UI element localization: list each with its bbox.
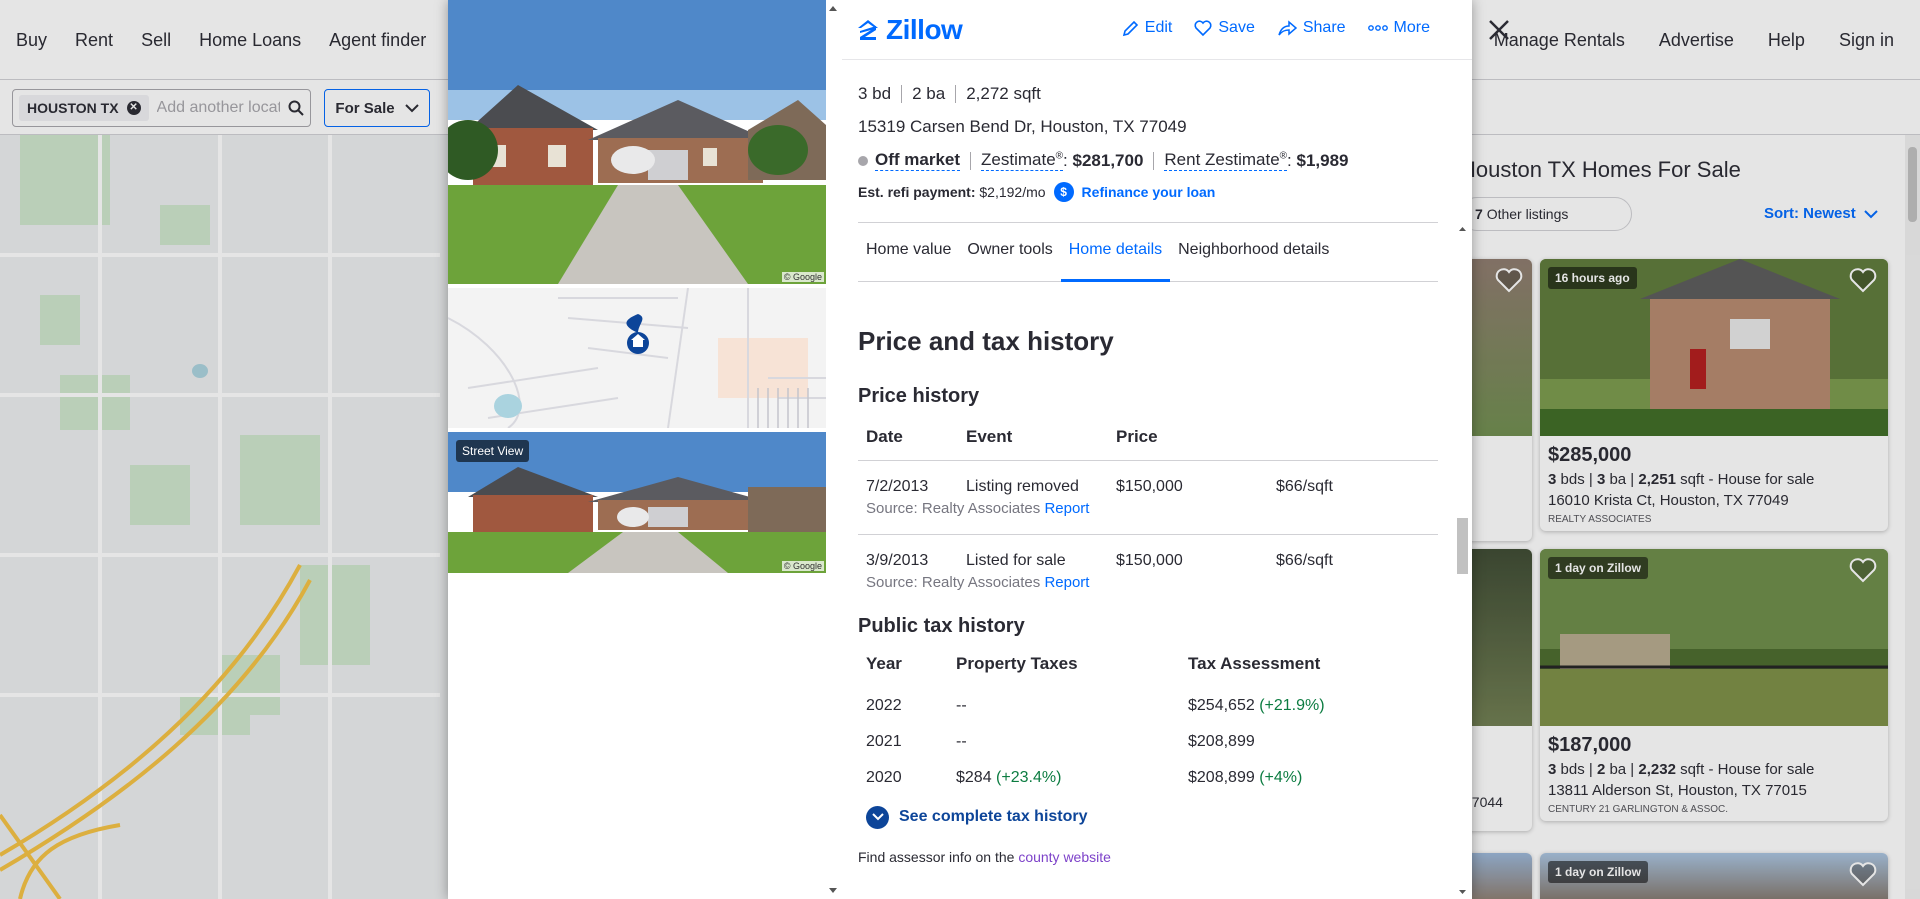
- baths-count: 2 ba: [912, 84, 946, 103]
- detail-tabs: Home value Owner tools Home details Neig…: [858, 222, 1438, 282]
- sqft-value: 2,272 sqft: [966, 84, 1041, 103]
- table-row: 7/2/2013 Listing removed $150,000 $66/sq…: [858, 460, 1438, 496]
- history-price-per-sqft: $66/sqft: [1276, 477, 1333, 495]
- scroll-down-arrow-icon[interactable]: [1453, 885, 1472, 899]
- zillow-logo-icon: [858, 20, 878, 40]
- refinance-link[interactable]: Refinance your loan: [1082, 184, 1216, 200]
- price-history-table: Date Event Price 7/2/2013 Listing remove…: [858, 414, 1438, 601]
- scroll-up-arrow-icon[interactable]: [826, 2, 840, 16]
- history-event: Listing removed: [966, 477, 1079, 495]
- status-badge[interactable]: Off market: [875, 150, 961, 171]
- table-row: 3/9/2013 Listed for sale $150,000 $66/sq…: [858, 534, 1438, 570]
- share-icon: [1278, 19, 1297, 36]
- property-details: Zillow Edit Save Share More 3 bd 2 ba 2,…: [842, 0, 1472, 899]
- dollar-icon: $: [1053, 182, 1074, 202]
- assessor-info: Find assessor info on the county website: [858, 849, 1438, 865]
- close-icon[interactable]: [1484, 15, 1514, 45]
- table-row: 2020 $284 (+23.4%) $208,899 (+4%): [866, 768, 1303, 786]
- history-price: $150,000: [1116, 551, 1183, 569]
- column-header: Year: [866, 653, 902, 673]
- share-label: Share: [1302, 19, 1346, 36]
- table-row-source: Source: Realty Associates Report: [858, 570, 1438, 601]
- history-date: 3/9/2013: [866, 551, 929, 569]
- edit-label: Edit: [1144, 19, 1173, 36]
- table-row: 2022 -- $254,652 (+21.9%): [866, 696, 1325, 714]
- history-date: 7/2/2013: [866, 477, 929, 495]
- price-history-title: Price history: [858, 385, 980, 407]
- photo-credit: © Google: [781, 561, 824, 571]
- details-scrollbar[interactable]: [1453, 222, 1472, 899]
- report-link[interactable]: Report: [1044, 500, 1089, 517]
- zestimate-value: $281,700: [1072, 150, 1144, 170]
- tab-home-value[interactable]: Home value: [858, 223, 959, 282]
- modal-header: Zillow Edit Save Share More: [842, 0, 1472, 60]
- more-dots-icon: [1367, 25, 1388, 31]
- more-label: More: [1393, 19, 1430, 36]
- beds-count: 3 bd: [858, 84, 892, 103]
- rent-zestimate-value: $1,989: [1296, 150, 1349, 170]
- history-event: Listed for sale: [966, 551, 1066, 569]
- zestimate-label[interactable]: Zestimate®: [981, 150, 1064, 171]
- property-summary: 3 bd 2 ba 2,272 sqft 15319 Carsen Bend D…: [858, 84, 1448, 202]
- column-header: Price: [1108, 414, 1268, 461]
- table-row-source: Source: Realty Associates Report: [858, 495, 1438, 535]
- mini-map: [448, 288, 826, 428]
- column-header: Property Taxes: [956, 653, 1078, 673]
- column-header: Tax Assessment: [1188, 653, 1321, 673]
- see-complete-tax-history-button[interactable]: See complete tax history: [866, 805, 1438, 829]
- history-source: Source: Realty Associates: [866, 499, 1041, 517]
- house-photo: [448, 0, 826, 284]
- refi-label: Est. refi payment:: [858, 184, 976, 200]
- photo-credit: © Google: [781, 272, 824, 282]
- history-price-per-sqft: $66/sqft: [1276, 551, 1333, 569]
- heart-icon: [1194, 19, 1212, 36]
- street-view-label: Street View: [456, 440, 530, 462]
- save-button[interactable]: Save: [1194, 19, 1255, 37]
- table-row: 2021 -- $208,899: [866, 732, 1255, 750]
- pencil-icon: [1122, 20, 1138, 36]
- section-title: Price and tax history: [858, 326, 1114, 356]
- price-tax-history-section: Price and tax history Price history Date…: [858, 304, 1438, 865]
- see-more-label: See complete tax history: [899, 808, 1088, 825]
- share-button[interactable]: Share: [1277, 19, 1346, 37]
- details-scrollbar-thumb[interactable]: [1457, 518, 1468, 574]
- tab-neighborhood-details[interactable]: Neighborhood details: [1170, 223, 1337, 282]
- column-header: Date: [858, 414, 958, 461]
- edit-button[interactable]: Edit: [1122, 19, 1173, 37]
- tax-history-title: Public tax history: [858, 614, 1025, 637]
- map-thumbnail[interactable]: [448, 288, 826, 428]
- chevron-down-icon: [866, 805, 889, 829]
- scroll-up-arrow-icon[interactable]: [1453, 222, 1472, 236]
- rent-zestimate-label[interactable]: Rent Zestimate®: [1164, 150, 1288, 171]
- status-dot-icon: [858, 155, 868, 166]
- header-actions: Edit Save Share More: [1122, 19, 1430, 37]
- gallery-photo[interactable]: © Google: [448, 0, 826, 284]
- tab-owner-tools[interactable]: Owner tools: [959, 223, 1060, 282]
- gallery-scrollbar[interactable]: [826, 0, 840, 899]
- property-detail-modal: © Google Street View © Google Zillow Edi…: [448, 0, 1472, 899]
- save-label: Save: [1218, 19, 1255, 36]
- history-source: Source: Realty Associates: [866, 573, 1041, 591]
- property-facts: 3 bd 2 ba 2,272 sqft: [858, 84, 1448, 104]
- photo-gallery: © Google Street View © Google: [448, 0, 826, 899]
- county-website-link[interactable]: county website: [1018, 849, 1111, 865]
- assessor-text: Find assessor info on the: [858, 848, 1015, 865]
- zillow-logo[interactable]: Zillow: [856, 14, 963, 46]
- tax-history-table: Year Property Taxes Tax Assessment 2022 …: [858, 640, 1438, 796]
- status-row: Off market Zestimate®: $281,700 Rent Zes…: [858, 150, 1448, 171]
- zillow-wordmark: Zillow: [886, 14, 963, 45]
- property-address: 15319 Carsen Bend Dr, Houston, TX 77049: [858, 117, 1187, 136]
- history-price: $150,000: [1116, 477, 1183, 495]
- tab-home-details[interactable]: Home details: [1060, 223, 1171, 282]
- refi-value: $2,192/mo: [979, 184, 1046, 200]
- refi-row: Est. refi payment: $2,192/mo $ Refinance…: [858, 182, 1448, 202]
- column-header: Event: [958, 414, 1108, 461]
- report-link[interactable]: Report: [1044, 574, 1089, 591]
- scroll-down-arrow-icon[interactable]: [826, 883, 840, 897]
- street-view-photo[interactable]: Street View © Google: [448, 432, 826, 573]
- more-button[interactable]: More: [1367, 19, 1430, 37]
